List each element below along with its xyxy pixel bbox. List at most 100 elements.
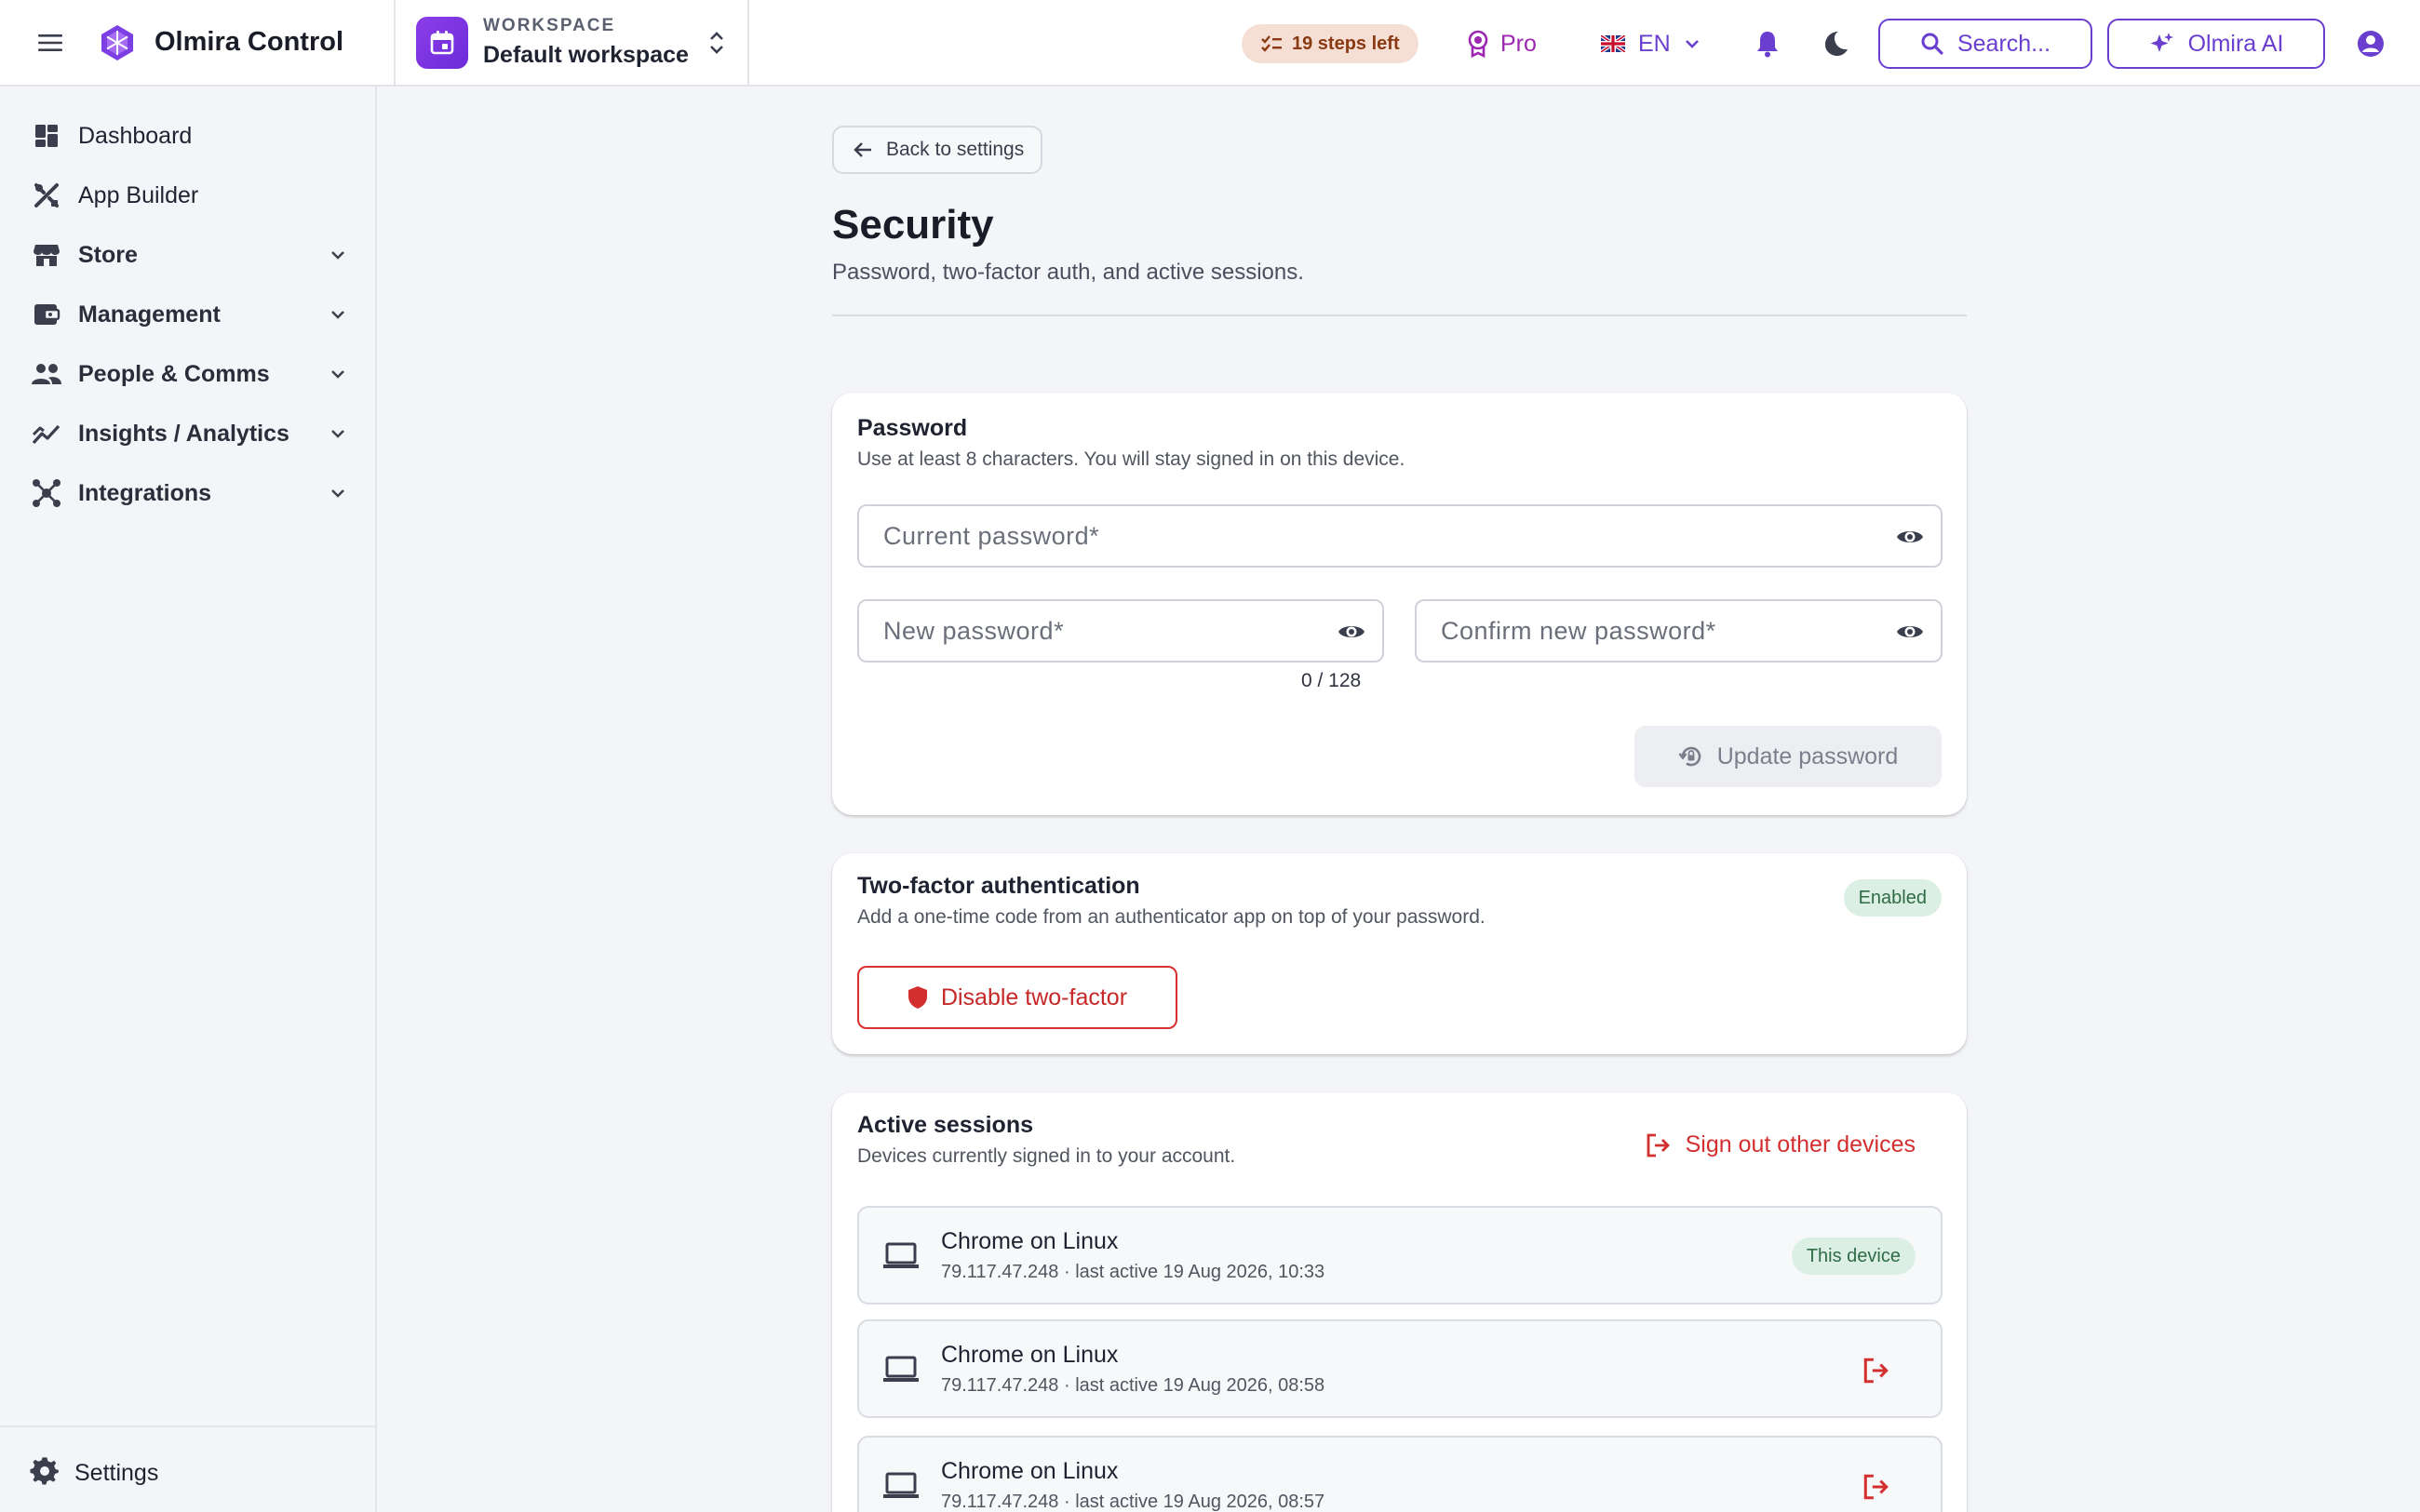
sidebar-item-store[interactable]: Store xyxy=(0,225,377,285)
eye-icon[interactable] xyxy=(1896,620,1924,644)
sidebar-item-label: Integrations xyxy=(78,479,212,506)
chevron-down-icon xyxy=(331,489,344,498)
language-selector[interactable]: EN xyxy=(1601,24,1701,63)
workspace-switcher[interactable]: WORKSPACE Default workspace xyxy=(396,0,749,86)
disable-two-factor-label: Disable two-factor xyxy=(940,983,1128,1010)
search-button[interactable]: Search... xyxy=(1878,19,2092,69)
two-factor-title: Two-factor authentication xyxy=(857,873,1140,899)
update-password-label: Update password xyxy=(1716,743,1899,769)
checklist-icon xyxy=(1261,35,1282,52)
sparkle-icon xyxy=(2150,33,2173,52)
award-icon xyxy=(1468,30,1488,58)
sidebar-divider xyxy=(0,1425,377,1427)
session-meta: 79.117.47.248 · last active 19 Aug 2026,… xyxy=(941,1262,1325,1282)
chevron-down-icon xyxy=(1685,40,1699,48)
current-password-placeholder: Current password* xyxy=(883,521,1100,550)
brand-area: Olmira Control xyxy=(0,0,396,86)
page-subtitle: Password, two-factor auth, and active se… xyxy=(832,260,1304,285)
settings-label: Settings xyxy=(74,1459,159,1486)
sidebar-item-insights-analytics[interactable]: Insights / Analytics xyxy=(0,404,377,463)
page-divider xyxy=(832,314,1967,316)
sidebar-item-label: Store xyxy=(78,241,138,268)
plan-pro-link[interactable]: Pro xyxy=(1467,24,1537,63)
top-bar: Olmira Control WORKSPACE Default workspa… xyxy=(0,0,2420,87)
account-circle-icon[interactable] xyxy=(2355,28,2386,60)
new-password-placeholder: New password* xyxy=(883,616,1065,645)
laptop-icon xyxy=(883,1356,919,1382)
dark-mode-moon-icon[interactable] xyxy=(1820,28,1851,60)
people-icon xyxy=(30,357,63,391)
eye-icon[interactable] xyxy=(1896,525,1924,549)
sign-out-other-devices-label: Sign out other devices xyxy=(1685,1131,1916,1157)
unfold-icon xyxy=(710,31,723,54)
two-factor-description: Add a one-time code from an authenticato… xyxy=(857,906,1486,928)
logout-icon[interactable] xyxy=(1862,1357,1889,1385)
logout-icon[interactable] xyxy=(1862,1473,1889,1501)
chevron-down-icon xyxy=(331,311,344,319)
search-icon xyxy=(1921,33,1943,55)
wallet-icon xyxy=(30,298,63,331)
new-password-field[interactable]: New password* xyxy=(857,599,1384,662)
session-item: Chrome on Linux 79.117.47.248 · last act… xyxy=(857,1206,1943,1305)
back-to-settings-button[interactable]: Back to settings xyxy=(832,126,1043,174)
main-content: Back to settings Security Password, two-… xyxy=(379,87,2420,1512)
session-device-name: Chrome on Linux xyxy=(941,1342,1119,1368)
sidebar-item-management[interactable]: Management xyxy=(0,285,377,344)
plan-label: Pro xyxy=(1500,30,1537,57)
session-item: Chrome on Linux 79.117.47.248 · last act… xyxy=(857,1319,1943,1418)
current-password-field[interactable]: Current password* xyxy=(857,504,1943,568)
ai-assistant-button[interactable]: Olmira AI xyxy=(2107,19,2325,69)
session-device-name: Chrome on Linux xyxy=(941,1228,1119,1254)
sign-out-other-devices-button[interactable]: Sign out other devices xyxy=(1645,1131,1916,1158)
session-item: Chrome on Linux 79.117.47.248 · last act… xyxy=(857,1436,1943,1512)
chevron-down-icon xyxy=(331,370,344,379)
update-password-button[interactable]: Update password xyxy=(1634,726,1942,787)
sidebar-item-dashboard[interactable]: Dashboard xyxy=(0,106,377,166)
session-meta: 79.117.47.248 · last active 19 Aug 2026,… xyxy=(941,1492,1325,1512)
this-device-badge: This device xyxy=(1791,1238,1916,1275)
arrow-left-icon xyxy=(854,142,871,157)
calendar-icon xyxy=(416,16,468,69)
sidebar-item-label: Management xyxy=(78,301,221,328)
session-meta: 79.117.47.248 · last active 19 Aug 2026,… xyxy=(941,1375,1325,1396)
password-card: Password Use at least 8 characters. You … xyxy=(832,393,1967,815)
app-name: Olmira Control xyxy=(155,27,344,57)
notifications-bell-icon[interactable] xyxy=(1752,28,1783,60)
hub-icon xyxy=(30,476,63,510)
laptop-icon xyxy=(883,1242,919,1268)
active-sessions-title: Active sessions xyxy=(857,1112,1033,1138)
active-sessions-card: Active sessions Devices currently signed… xyxy=(832,1092,1967,1512)
hamburger-icon xyxy=(38,33,62,51)
gear-icon xyxy=(30,1456,60,1491)
logo-icon xyxy=(101,24,133,60)
eye-icon[interactable] xyxy=(1338,620,1365,644)
uk-flag-icon xyxy=(1601,35,1625,52)
workspace-name: Default workspace xyxy=(483,42,689,68)
sidebar-item-label: People & Comms xyxy=(78,360,270,387)
store-icon xyxy=(30,238,63,272)
sidebar-item-label: App Builder xyxy=(78,181,199,208)
sidebar-item-app-builder[interactable]: App Builder xyxy=(0,166,377,225)
menu-button[interactable] xyxy=(35,28,65,58)
page-title: Security xyxy=(832,202,994,248)
sidebar-item-people-comms[interactable]: People & Comms xyxy=(0,344,377,404)
confirm-password-field[interactable]: Confirm new password* xyxy=(1415,599,1943,662)
sidebar-item-settings[interactable]: Settings xyxy=(0,1443,377,1503)
shield-icon xyxy=(908,986,927,1009)
laptop-icon xyxy=(883,1472,919,1498)
password-card-description: Use at least 8 characters. You will stay… xyxy=(857,448,1405,470)
disable-two-factor-button[interactable]: Disable two-factor xyxy=(857,966,1177,1029)
back-label: Back to settings xyxy=(886,139,1025,160)
chevron-down-icon xyxy=(331,251,344,260)
tools-icon xyxy=(30,179,63,212)
trend-icon xyxy=(30,417,63,450)
password-card-title: Password xyxy=(857,415,968,441)
lock-reset-icon xyxy=(1678,746,1701,767)
language-label: EN xyxy=(1638,30,1671,57)
dashboard-icon xyxy=(30,119,63,153)
sidebar-item-integrations[interactable]: Integrations xyxy=(0,463,377,523)
sidebar-item-label: Insights / Analytics xyxy=(78,420,289,447)
confirm-password-placeholder: Confirm new password* xyxy=(1441,616,1716,645)
logout-icon xyxy=(1647,1133,1670,1157)
steps-left-badge[interactable]: 19 steps left xyxy=(1242,24,1418,63)
